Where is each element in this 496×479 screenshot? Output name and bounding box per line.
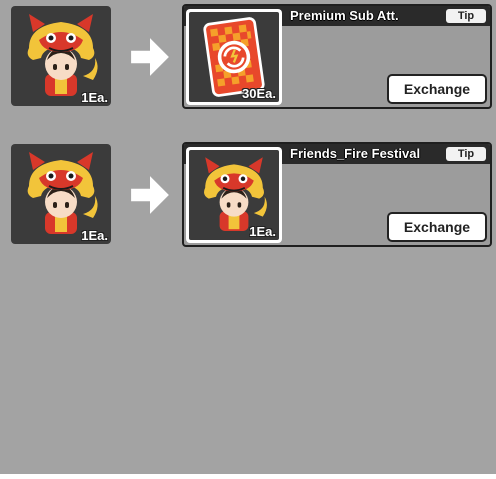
bottom-edge	[0, 474, 496, 479]
source-quantity: 1Ea.	[81, 90, 108, 105]
item-title: Friends_Fire Festival	[290, 146, 421, 161]
source-item-slot[interactable]: 1Ea.	[11, 6, 111, 106]
reward-item-slot[interactable]: 1Ea.	[186, 147, 282, 243]
target-item-panel: Friends_Fire Festival Tip 1Ea. Exchange	[182, 142, 492, 247]
reward-item-slot[interactable]: 30Ea.	[186, 9, 282, 105]
exchange-button[interactable]: Exchange	[387, 212, 487, 242]
tip-button[interactable]: Tip	[446, 9, 486, 23]
exchange-row: 1Ea. Friends_Fire Festival Tip 1Ea. Exch…	[0, 140, 496, 250]
tip-button[interactable]: Tip	[446, 147, 486, 161]
arrow-right-icon	[129, 174, 171, 216]
source-quantity: 1Ea.	[81, 228, 108, 243]
target-item-panel: Premium Sub Att. Tip 30Ea. Exchange	[182, 4, 492, 109]
arrow-right-icon	[129, 36, 171, 78]
reward-quantity: 30Ea.	[242, 86, 276, 101]
exchange-button[interactable]: Exchange	[387, 74, 487, 104]
reward-quantity: 1Ea.	[249, 224, 276, 239]
item-title: Premium Sub Att.	[290, 8, 399, 23]
source-item-slot[interactable]: 1Ea.	[11, 144, 111, 244]
exchange-row: 1Ea. Premium Sub Att. Tip 30Ea. Exchange	[0, 2, 496, 112]
